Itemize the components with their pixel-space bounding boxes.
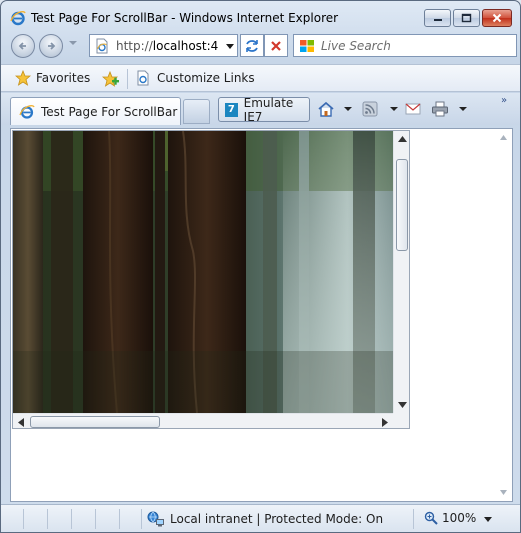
scroll-down-arrow-icon[interactable] <box>398 402 407 408</box>
address-dropdown[interactable] <box>226 44 234 49</box>
feeds-icon[interactable] <box>362 101 380 117</box>
scrollbar-corner <box>393 413 409 428</box>
favorites-separator <box>127 69 128 89</box>
emulate-ie7-button[interactable]: 7 Emulate IE7 <box>218 95 310 124</box>
status-bar: Local intranet | Protected Mode: On 100% <box>1 504 520 532</box>
address-bar[interactable]: http://localhost:491 <box>89 34 238 57</box>
mail-icon[interactable] <box>405 101 423 117</box>
add-to-favorites-icon[interactable] <box>102 70 120 88</box>
page-icon <box>96 38 108 53</box>
favorites-bar: Favorites Customize Links <box>1 64 520 92</box>
scroll-right-arrow-icon[interactable] <box>382 418 388 427</box>
status-divider <box>95 509 96 529</box>
horizontal-scrollbar[interactable] <box>13 413 393 428</box>
security-zone[interactable]: Local intranet | Protected Mode: On <box>147 511 383 527</box>
status-divider <box>141 509 142 529</box>
feeds-dropdown[interactable] <box>390 107 398 111</box>
refresh-button[interactable] <box>240 34 264 57</box>
zoom-icon <box>424 511 438 525</box>
stop-button[interactable] <box>264 34 288 57</box>
forward-button[interactable] <box>39 34 63 58</box>
status-divider <box>23 509 24 529</box>
address-scheme: http:// <box>116 38 153 53</box>
zoom-control[interactable]: 100% <box>424 511 476 525</box>
vertical-scrollbar[interactable] <box>393 131 409 413</box>
stop-icon <box>271 40 281 51</box>
horizontal-scroll-thumb[interactable] <box>30 416 160 428</box>
favorites-star-icon <box>15 70 31 86</box>
address-host: localhost:491 <box>152 38 218 53</box>
window-title: Test Page For ScrollBar - Windows Intern… <box>31 11 339 25</box>
close-icon <box>492 13 502 23</box>
home-icon[interactable] <box>317 101 335 117</box>
page-icon <box>137 70 149 86</box>
tab-label: Test Page For ScrollBar <box>41 104 178 119</box>
minimize-button[interactable] <box>424 9 451 27</box>
emulate-ie7-icon: 7 <box>225 102 238 117</box>
search-box[interactable] <box>293 34 517 57</box>
new-tab-button[interactable] <box>183 99 210 124</box>
scroll-viewer[interactable] <box>12 130 410 429</box>
close-button[interactable] <box>482 9 512 27</box>
ie-logo-icon <box>10 11 26 26</box>
print-icon[interactable] <box>431 101 449 117</box>
page-scroll-up-icon[interactable] <box>500 135 507 140</box>
live-search-logo-icon <box>300 39 314 52</box>
home-dropdown[interactable] <box>344 107 352 111</box>
vertical-scroll-thumb[interactable] <box>396 159 408 251</box>
scroll-left-arrow-icon[interactable] <box>18 418 24 427</box>
navigation-bar: http://localhost:491 <box>1 31 520 61</box>
favorites-label: Favorites <box>36 71 91 85</box>
toolbar-overflow-chevron[interactable]: » <box>501 95 507 106</box>
zoom-dropdown[interactable] <box>484 517 492 522</box>
status-divider <box>71 509 72 529</box>
scroll-up-arrow-icon[interactable] <box>398 136 407 142</box>
status-divider <box>119 509 120 529</box>
page-scroll-down-icon[interactable] <box>500 490 507 495</box>
page-content <box>10 128 513 502</box>
forest-image <box>13 131 393 413</box>
status-divider <box>413 509 414 529</box>
recent-pages-dropdown[interactable] <box>69 41 77 45</box>
tab-and-command-bar: Test Page For ScrollBar 7 Emulate IE7 » <box>1 93 520 125</box>
status-divider <box>47 509 48 529</box>
print-dropdown[interactable] <box>459 107 467 111</box>
browser-window: Test Page For ScrollBar - Windows Intern… <box>0 0 521 533</box>
customize-links-label: Customize Links <box>157 71 255 85</box>
title-bar[interactable]: Test Page For ScrollBar - Windows Intern… <box>1 1 520 31</box>
minimize-icon <box>433 19 442 21</box>
maximize-button[interactable] <box>453 9 480 27</box>
tab-active[interactable]: Test Page For ScrollBar <box>10 97 181 125</box>
favorites-button[interactable]: Favorites <box>15 70 90 86</box>
address-input[interactable]: http://localhost:491 <box>116 39 218 53</box>
security-zone-label: Local intranet | Protected Mode: On <box>170 512 384 526</box>
customize-links[interactable]: Customize Links <box>135 70 255 86</box>
page-vertical-scrollbar[interactable] <box>495 129 512 501</box>
intranet-zone-icon <box>147 511 164 527</box>
refresh-icon <box>246 39 258 52</box>
maximize-icon <box>461 13 472 23</box>
back-button[interactable] <box>11 34 35 58</box>
forward-arrow-icon <box>48 42 56 50</box>
emulate-ie7-label: Emulate IE7 <box>243 95 294 124</box>
back-arrow-icon <box>18 42 26 50</box>
zoom-level: 100% <box>442 511 477 525</box>
search-input[interactable] <box>321 38 511 53</box>
ie-logo-icon <box>19 104 35 119</box>
